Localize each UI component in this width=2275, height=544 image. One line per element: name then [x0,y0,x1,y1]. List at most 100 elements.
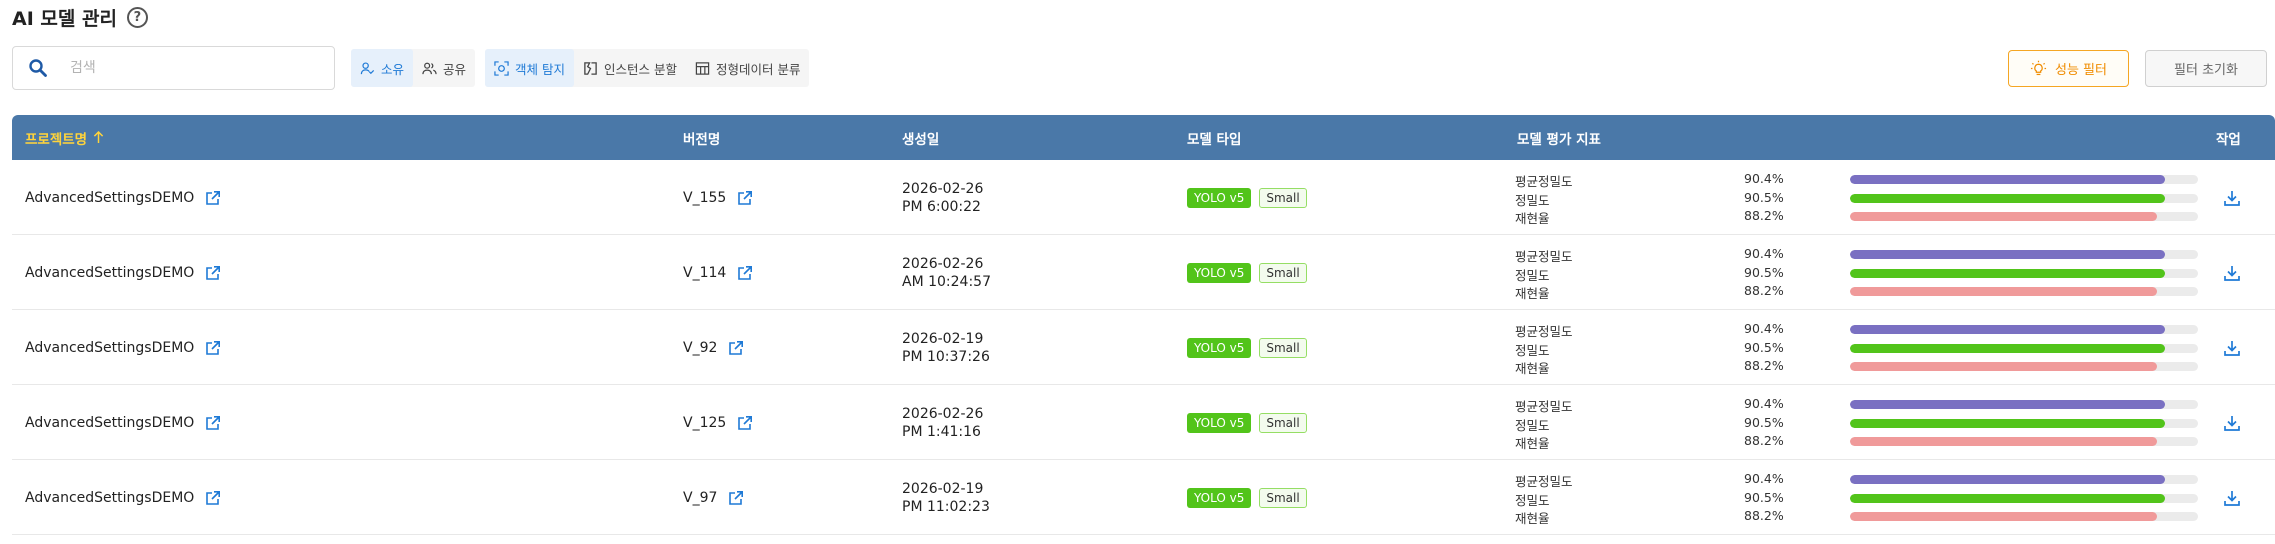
created-date: 2026-02-19 [902,480,984,497]
column-header-created[interactable]: 생성일 [902,115,939,160]
filter-shared[interactable]: 공유 [413,49,475,87]
version-name[interactable]: V_155 [683,190,726,206]
metric-label: 평균정밀도 [1515,474,1573,489]
project-name[interactable]: AdvancedSettingsDEMO [25,490,194,506]
metric-recall: 재현율 88.2% [1515,357,2205,376]
metric-value: 88.2% [1744,433,1784,448]
search-input[interactable] [70,60,320,76]
created-cell: 2026-02-19 PM 11:02:23 [902,460,990,535]
version-name[interactable]: V_125 [683,415,726,431]
filter-tabular-classification[interactable]: 정형데이터 분류 [686,49,809,87]
metric-label: 평균정밀도 [1515,399,1573,414]
reset-filter-button[interactable]: 필터 초기화 [2145,50,2267,87]
size-tag: Small [1259,487,1307,508]
model-management-page: AI 모델 관리 ? 소유 공유 [0,0,2275,544]
filter-tabular-classification-label: 정형데이터 분류 [715,61,801,77]
lightbulb-icon [2030,60,2047,76]
created-datetime: 2026-02-19 PM 10:37:26 [902,330,990,366]
metric-bar-track [1850,512,2198,521]
created-datetime: 2026-02-26 PM 6:00:22 [902,180,983,216]
model-tag: YOLO v5 [1187,337,1252,358]
metric-precision: 정밀도 90.5% [1515,489,2205,508]
model-tag: YOLO v5 [1187,487,1252,508]
table-header: 프로젝트명 버전명 생성일 모델 타입 모델 평가 지표 작업 [12,115,2275,160]
created-datetime: 2026-02-26 AM 10:24:57 [902,255,991,291]
external-link-icon[interactable] [205,490,221,506]
metrics-cell: 평균정밀도 90.4% 정밀도 90.5% 재현율 88.2% [1515,245,2205,301]
model-tag: YOLO v5 [1187,262,1252,283]
created-datetime: 2026-02-19 PM 11:02:23 [902,480,990,516]
created-cell: 2026-02-26 PM 6:00:22 [902,160,983,235]
performance-filter-label: 성능 필터 [2055,63,2107,78]
metric-precision: 정밀도 90.5% [1515,189,2205,208]
help-icon[interactable]: ? [126,6,148,28]
created-time: AM 10:24:57 [902,273,991,290]
metric-value: 90.5% [1744,489,1784,505]
external-link-icon[interactable] [205,340,221,356]
download-icon [2224,265,2240,281]
table-row: AdvancedSettingsDEMO V_97 2026-02-19 PM … [12,460,2275,535]
metric-recall: 재현율 88.2% [1515,432,2205,451]
column-header-version[interactable]: 버전명 [683,115,720,160]
created-time: PM 10:37:26 [902,348,990,365]
metric-value: 90.4% [1744,471,1784,486]
download-button[interactable] [2223,310,2241,385]
filter-object-detection[interactable]: 객체 탐지 [485,49,574,87]
created-date: 2026-02-26 [902,180,984,197]
page-header: AI 모델 관리 ? [12,2,148,32]
version-name[interactable]: V_97 [683,490,717,506]
external-link-icon[interactable] [728,340,744,356]
performance-filter-button[interactable]: 성능 필터 [2008,50,2129,87]
metric-label: 정밀도 [1515,417,1550,433]
page-title: AI 모델 관리 [12,7,117,30]
metric-bar-fill [1850,287,2157,296]
metric-label: 평균정밀도 [1515,249,1573,264]
download-button[interactable] [2223,235,2241,310]
external-link-icon[interactable] [205,190,221,206]
size-tag: Small [1259,337,1307,358]
metric-bar-track [1850,212,2198,221]
version-name[interactable]: V_114 [683,265,726,281]
metric-label: 재현율 [1515,511,1550,526]
metric-bar-track [1850,475,2198,484]
filter-instance-segmentation[interactable]: 인스턴스 분할 [574,49,686,87]
column-header-model-type[interactable]: 모델 타입 [1187,115,1241,160]
metric-precision: 정밀도 90.5% [1515,339,2205,358]
metric-label: 재현율 [1515,436,1550,451]
metric-value: 90.5% [1744,414,1784,430]
column-header-project[interactable]: 프로젝트명 [25,115,104,160]
version-cell: V_114 [683,235,753,310]
external-link-icon[interactable] [728,490,744,506]
search-box[interactable] [12,46,335,90]
metric-map: 평균정밀도 90.4% [1515,245,2205,264]
metric-label: 재현율 [1515,361,1550,376]
external-link-icon[interactable] [737,265,753,281]
project-cell: AdvancedSettingsDEMO [25,460,221,535]
download-icon [2224,340,2240,356]
metric-value: 88.2% [1744,358,1784,373]
download-button[interactable] [2223,385,2241,460]
project-name[interactable]: AdvancedSettingsDEMO [25,340,194,356]
filter-owned[interactable]: 소유 [351,49,414,87]
metric-value: 90.4% [1744,396,1784,411]
download-button[interactable] [2223,460,2241,535]
created-date: 2026-02-26 [902,255,984,272]
external-link-icon[interactable] [205,415,221,431]
external-link-icon[interactable] [205,265,221,281]
project-name[interactable]: AdvancedSettingsDEMO [25,415,194,431]
metric-label: 재현율 [1515,286,1550,301]
metric-bar-track [1850,418,2198,428]
metric-recall: 재현율 88.2% [1515,207,2205,226]
created-datetime: 2026-02-26 PM 1:41:16 [902,405,983,441]
download-button[interactable] [2223,160,2241,235]
version-name[interactable]: V_92 [683,340,717,356]
created-cell: 2026-02-26 AM 10:24:57 [902,235,991,310]
created-cell: 2026-02-19 PM 10:37:26 [902,310,990,385]
external-link-icon[interactable] [737,415,753,431]
external-link-icon[interactable] [737,190,753,206]
project-name[interactable]: AdvancedSettingsDEMO [25,265,194,281]
created-cell: 2026-02-26 PM 1:41:16 [902,385,983,460]
version-cell: V_92 [683,310,744,385]
project-name[interactable]: AdvancedSettingsDEMO [25,190,194,206]
task-type-filter: 객체 탐지 인스턴스 분할 정형데이터 분류 [485,49,810,87]
